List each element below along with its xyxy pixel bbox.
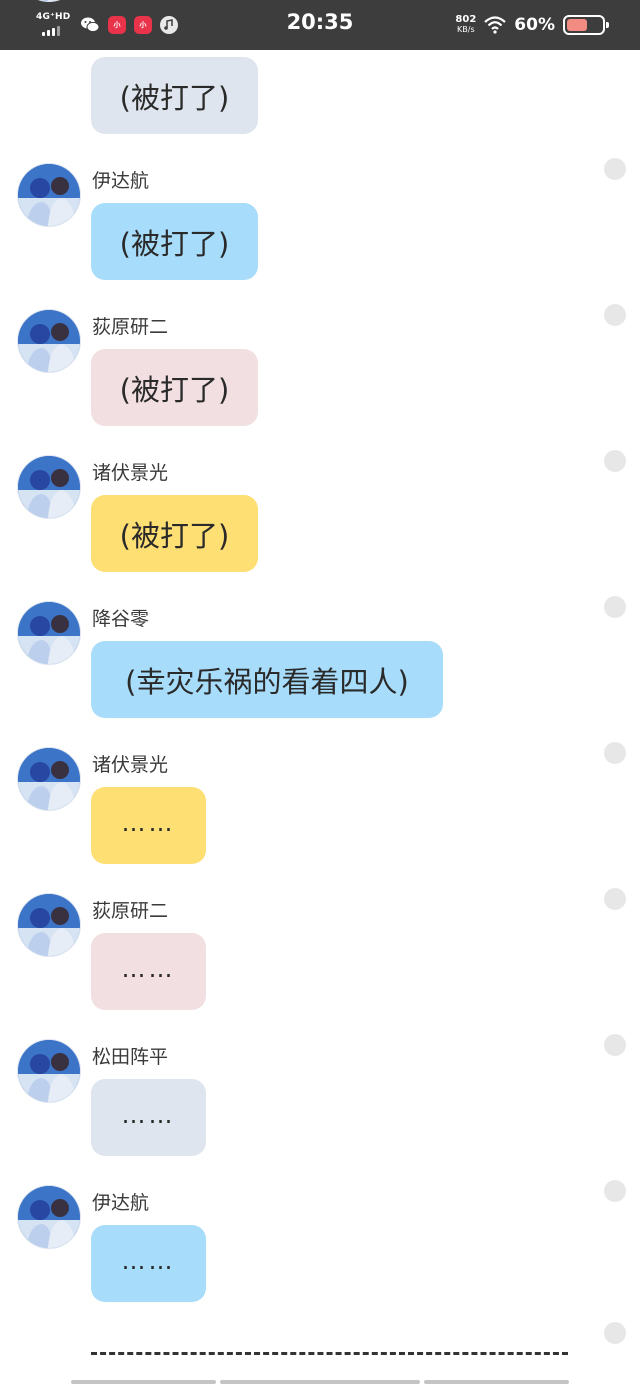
message-bubble[interactable]: (被打了) xyxy=(91,495,258,572)
avatar[interactable] xyxy=(18,748,80,810)
avatar[interactable] xyxy=(18,1040,80,1102)
sender-name: 荻原研二 xyxy=(92,316,169,338)
sender-name: 松田阵平 xyxy=(92,1046,169,1068)
message-row: (被打了) xyxy=(0,0,640,134)
message-bubble[interactable]: (被打了) xyxy=(91,57,258,134)
sender-name: 诸伏景光 xyxy=(92,754,169,776)
scroll-indicator xyxy=(424,1380,569,1384)
select-circle[interactable] xyxy=(604,888,626,910)
dashed-divider xyxy=(91,1352,568,1355)
avatar[interactable] xyxy=(18,1186,80,1248)
avatar[interactable] xyxy=(18,456,80,518)
select-circle[interactable] xyxy=(604,596,626,618)
sender-name: 降谷零 xyxy=(92,608,150,630)
sender-name: 荻原研二 xyxy=(92,900,169,922)
message-row: 诸伏景光 …… xyxy=(0,742,640,894)
message-row: 降谷零 (幸灾乐祸的看着四人) xyxy=(0,596,640,748)
avatar[interactable] xyxy=(18,310,80,372)
message-bubble[interactable]: (被打了) xyxy=(91,203,258,280)
avatar[interactable] xyxy=(18,164,80,226)
avatar[interactable] xyxy=(18,602,80,664)
scroll-indicator xyxy=(71,1380,216,1384)
message-bubble[interactable]: (幸灾乐祸的看着四人) xyxy=(91,641,443,718)
message-row: 松田阵平 …… xyxy=(0,1034,640,1186)
select-circle[interactable] xyxy=(604,450,626,472)
message-bubble[interactable]: …… xyxy=(91,933,206,1010)
avatar[interactable] xyxy=(18,894,80,956)
select-circle[interactable] xyxy=(604,1034,626,1056)
select-circle[interactable] xyxy=(604,742,626,764)
select-circle[interactable] xyxy=(604,304,626,326)
message-bubble[interactable]: (被打了) xyxy=(91,349,258,426)
select-circle[interactable] xyxy=(604,1322,626,1344)
message-bubble[interactable]: …… xyxy=(91,787,206,864)
message-row: 荻原研二 (被打了) xyxy=(0,304,640,456)
select-circle[interactable] xyxy=(604,1180,626,1202)
scroll-indicator xyxy=(220,1380,420,1384)
message-row: 伊达航 …… xyxy=(0,1180,640,1332)
sender-name: 伊达航 xyxy=(92,170,150,192)
message-row: 诸伏景光 (被打了) xyxy=(0,450,640,602)
select-circle[interactable] xyxy=(604,158,626,180)
sender-name: 诸伏景光 xyxy=(92,462,169,484)
message-bubble[interactable]: …… xyxy=(91,1225,206,1302)
sender-name: 伊达航 xyxy=(92,1192,150,1214)
avatar[interactable] xyxy=(18,0,80,1)
message-bubble[interactable]: …… xyxy=(91,1079,206,1156)
message-row: 伊达航 (被打了) xyxy=(0,158,640,310)
message-row: 荻原研二 …… xyxy=(0,888,640,1040)
